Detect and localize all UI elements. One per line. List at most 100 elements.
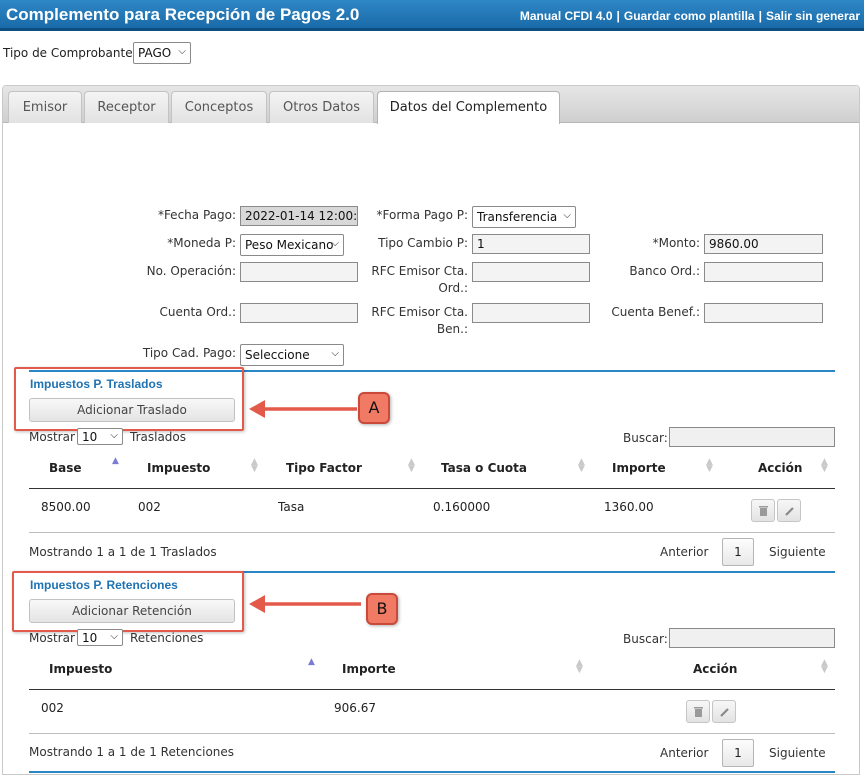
rfc-emisor-ord-label: RFC Emisor Cta. Ord.:	[364, 263, 468, 297]
table-header-border	[29, 488, 835, 489]
cell-importe: 906.67	[334, 701, 376, 715]
monto-label: *Monto:	[652, 236, 700, 250]
arrow-icon	[249, 400, 357, 418]
column-header-importe[interactable]: Importe	[612, 461, 666, 475]
column-header-accion[interactable]: Acción	[693, 662, 737, 676]
tipo-comprobante-select[interactable]: PAGO ⌵	[133, 42, 191, 64]
sort-arrows-icon: ▲	[308, 657, 315, 667]
separator: |	[616, 9, 620, 23]
chevron-down-icon: ⌵	[331, 348, 339, 359]
cell-impuesto: 002	[41, 701, 64, 715]
rfc-emisor-ord-field[interactable]	[472, 262, 590, 282]
column-header-tipo-factor[interactable]: Tipo Factor	[286, 461, 362, 475]
entity-label: Retenciones	[130, 631, 204, 645]
forma-pago-label: *Forma Pago P:	[376, 208, 469, 222]
traslados-page-size-select[interactable]: 10 ⌵	[77, 428, 123, 445]
label-line: RFC Emisor Cta.	[371, 305, 468, 319]
table-bottom-border	[29, 733, 835, 734]
exit-link[interactable]: Salir sin generar	[766, 9, 860, 23]
table-bottom-border	[29, 532, 835, 533]
section-divider	[29, 771, 835, 773]
rfc-emisor-ben-label: RFC Emisor Cta. Ben.:	[364, 304, 468, 338]
rfc-emisor-ben-field[interactable]	[472, 303, 590, 323]
forma-pago-select[interactable]: Transferencia ⌵	[472, 206, 576, 228]
sort-arrows-icon: ▲ ▼	[821, 658, 828, 675]
cell-impuesto: 002	[138, 500, 161, 514]
page-1-button[interactable]: 1	[722, 739, 754, 767]
tab-datos-complemento[interactable]: Datos del Complemento	[377, 91, 560, 124]
tipo-comprobante-label: Tipo de Comprobante:	[3, 46, 137, 60]
cuenta-ord-label: Cuenta Ord.:	[159, 305, 237, 319]
select-value: PAGO	[138, 46, 172, 60]
separator: |	[758, 9, 762, 23]
column-header-impuesto[interactable]: Impuesto	[147, 461, 210, 475]
prev-page-button[interactable]: Anterior	[660, 746, 708, 760]
manual-link[interactable]: Manual CFDI 4.0	[520, 9, 613, 23]
tab-emisor[interactable]: Emisor	[8, 91, 82, 123]
chevron-down-icon: ⌵	[110, 430, 118, 441]
sort-arrows-icon: ▲ ▼	[821, 457, 828, 474]
tab-conceptos[interactable]: Conceptos	[171, 91, 267, 123]
traslados-search-input[interactable]	[669, 427, 835, 447]
tipo-cambio-field[interactable]: 1	[472, 234, 590, 254]
column-header-importe[interactable]: Importe	[342, 662, 396, 676]
traslados-info: Mostrando 1 a 1 de 1 Traslados	[29, 545, 217, 559]
search-label: Buscar:	[623, 431, 668, 445]
cuenta-ord-field[interactable]	[240, 303, 358, 323]
no-operacion-label: No. Operación:	[146, 264, 236, 278]
edit-traslado-button[interactable]	[777, 499, 801, 522]
cuenta-benef-field[interactable]	[704, 303, 823, 323]
cell-base: 8500.00	[41, 500, 91, 514]
moneda-select[interactable]: Peso Mexicano ⌵	[240, 234, 344, 256]
sort-arrows-icon: ▲	[112, 456, 119, 466]
show-label: Mostrar	[29, 631, 75, 645]
monto-field[interactable]: 9860.00	[704, 234, 823, 254]
select-value: 10	[82, 430, 98, 444]
sort-arrows-icon: ▲ ▼	[251, 457, 258, 474]
callout-a: A	[358, 392, 390, 424]
next-page-button[interactable]: Siguiente	[769, 746, 826, 760]
banco-ord-field[interactable]	[704, 262, 823, 282]
retenciones-info: Mostrando 1 a 1 de 1 Retenciones	[29, 745, 235, 759]
chevron-down-icon: ⌵	[178, 46, 186, 57]
fecha-pago-label: *Fecha Pago:	[157, 208, 236, 222]
retenciones-page-size-select[interactable]: 10 ⌵	[77, 629, 123, 646]
tipo-cambio-label: Tipo Cambio P:	[378, 236, 468, 250]
fecha-pago-field[interactable]: 2022-01-14 12:00:00	[240, 206, 358, 226]
page-1-button[interactable]: 1	[722, 538, 754, 566]
label-line: RFC Emisor Cta.	[371, 264, 468, 278]
callout-b: B	[366, 593, 398, 625]
pencil-icon	[720, 708, 729, 717]
delete-traslado-button[interactable]	[751, 499, 775, 522]
no-operacion-field[interactable]	[240, 262, 358, 282]
moneda-label: *Moneda P:	[167, 236, 236, 250]
page-title: Complemento para Recepción de Pagos 2.0	[6, 5, 360, 24]
column-header-accion[interactable]: Acción	[758, 461, 802, 475]
delete-retencion-button[interactable]	[686, 700, 710, 723]
cuenta-benef-label: Cuenta Benef.:	[611, 305, 700, 319]
save-template-link[interactable]: Guardar como plantilla	[624, 9, 755, 23]
select-value: 10	[82, 631, 98, 645]
select-value: Peso Mexicano	[245, 238, 334, 252]
column-header-base[interactable]: Base	[49, 461, 82, 475]
annotation-box-a	[14, 367, 244, 431]
retenciones-search-input[interactable]	[669, 628, 835, 648]
chevron-down-icon: ⌵	[110, 631, 118, 642]
header-links: Manual CFDI 4.0 | Guardar como plantilla | S…	[520, 9, 860, 23]
next-page-button[interactable]: Siguiente	[769, 545, 826, 559]
tipo-cad-pago-select[interactable]: Seleccione ⌵	[240, 344, 344, 366]
pencil-icon	[785, 507, 794, 516]
sort-arrows-icon: ▲ ▼	[576, 658, 583, 675]
prev-page-button[interactable]: Anterior	[660, 545, 708, 559]
tab-receptor[interactable]: Receptor	[84, 91, 169, 123]
label-line: Ord.:	[438, 281, 468, 295]
column-header-tasa[interactable]: Tasa o Cuota	[441, 461, 527, 475]
tab-otros-datos[interactable]: Otros Datos	[269, 91, 374, 123]
cell-tasa: 0.160000	[433, 500, 491, 514]
edit-retencion-button[interactable]	[712, 700, 736, 723]
sort-arrows-icon: ▲ ▼	[578, 457, 585, 474]
arrow-icon	[249, 595, 361, 613]
trash-icon	[694, 707, 703, 717]
column-header-impuesto[interactable]: Impuesto	[49, 662, 112, 676]
chevron-down-icon: ⌵	[331, 238, 339, 249]
